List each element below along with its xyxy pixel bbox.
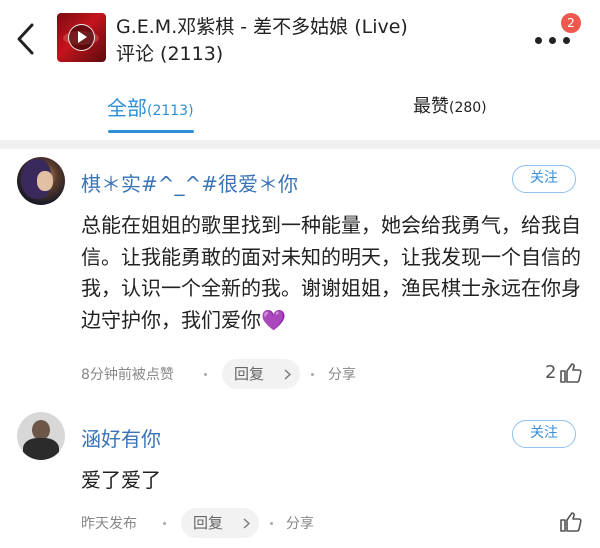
reply-label: 回复 — [193, 514, 224, 532]
active-tab-indicator — [108, 130, 194, 133]
section-divider — [0, 140, 600, 149]
separator-dot — [204, 373, 207, 376]
tab-all-count: (2113) — [147, 103, 194, 119]
comment-item: 棋＊实#^_^#很爱＊你 关注 总能在姐姐的歌里找到一种能量，她会给我勇气，给我… — [0, 149, 600, 395]
separator-dot — [311, 373, 314, 376]
separator-dot — [270, 522, 273, 525]
notification-badge: 2 — [561, 13, 581, 33]
tab-most-liked-count: (280) — [449, 100, 487, 116]
avatar[interactable] — [17, 412, 65, 460]
comment-count-label: 评论 (2113) — [116, 43, 224, 65]
comment-meta: 8分钟前被点赞 回复 分享 — [81, 359, 551, 391]
comment-text: 爱了爱了 — [81, 468, 161, 492]
chevron-right-icon — [243, 518, 250, 529]
back-arrow-icon[interactable] — [12, 22, 42, 56]
avatar[interactable] — [17, 157, 65, 205]
like-count: 2 — [545, 362, 557, 383]
comment-time: 昨天发布 — [81, 516, 137, 532]
tab-all[interactable]: 全部(2113) — [107, 92, 194, 121]
comment-meta: 昨天发布 回复 分享 — [81, 508, 521, 540]
comment-tabs: 全部(2113) 最赞(280) — [0, 76, 600, 140]
song-title: G.E.M.邓紫棋 - 差不多姑娘 (Live) — [116, 16, 408, 38]
comment-text: 总能在姐姐的歌里找到一种能量，她会给我勇气，给我自信。让我能勇敢的面对未知的明天… — [81, 213, 581, 332]
reply-label: 回复 — [234, 365, 265, 383]
reply-button[interactable]: 回复 — [181, 508, 259, 538]
follow-button[interactable]: 关注 — [512, 165, 576, 193]
song-cover-thumbnail[interactable] — [57, 13, 106, 62]
thumbs-up-icon — [560, 512, 582, 532]
comment-item: 涵好有你 关注 爱了爱了 昨天发布 回复 分享 — [0, 395, 600, 548]
play-icon[interactable] — [68, 24, 95, 51]
comment-username[interactable]: 棋＊实#^_^#很爱＊你 — [81, 168, 298, 197]
share-button[interactable]: 分享 — [286, 508, 314, 540]
follow-button[interactable]: 关注 — [512, 420, 576, 448]
like-button[interactable] — [545, 507, 590, 537]
separator-dot — [163, 522, 166, 525]
reply-button[interactable]: 回复 — [222, 359, 300, 389]
comment-username[interactable]: 涵好有你 — [81, 423, 161, 452]
like-button[interactable]: 2 — [545, 358, 590, 388]
tab-most-liked[interactable]: 最赞(280) — [413, 92, 487, 118]
share-button[interactable]: 分享 — [328, 359, 356, 391]
more-options-icon[interactable] — [535, 37, 571, 45]
thumbs-up-icon — [560, 363, 582, 383]
chevron-right-icon — [284, 369, 291, 380]
tab-most-liked-label: 最赞 — [413, 96, 449, 117]
comment-time: 8分钟前被点赞 — [81, 367, 174, 383]
top-bar: G.E.M.邓紫棋 - 差不多姑娘 (Live) 评论 (2113) 2 — [0, 0, 600, 76]
tab-all-label: 全部 — [107, 96, 147, 120]
